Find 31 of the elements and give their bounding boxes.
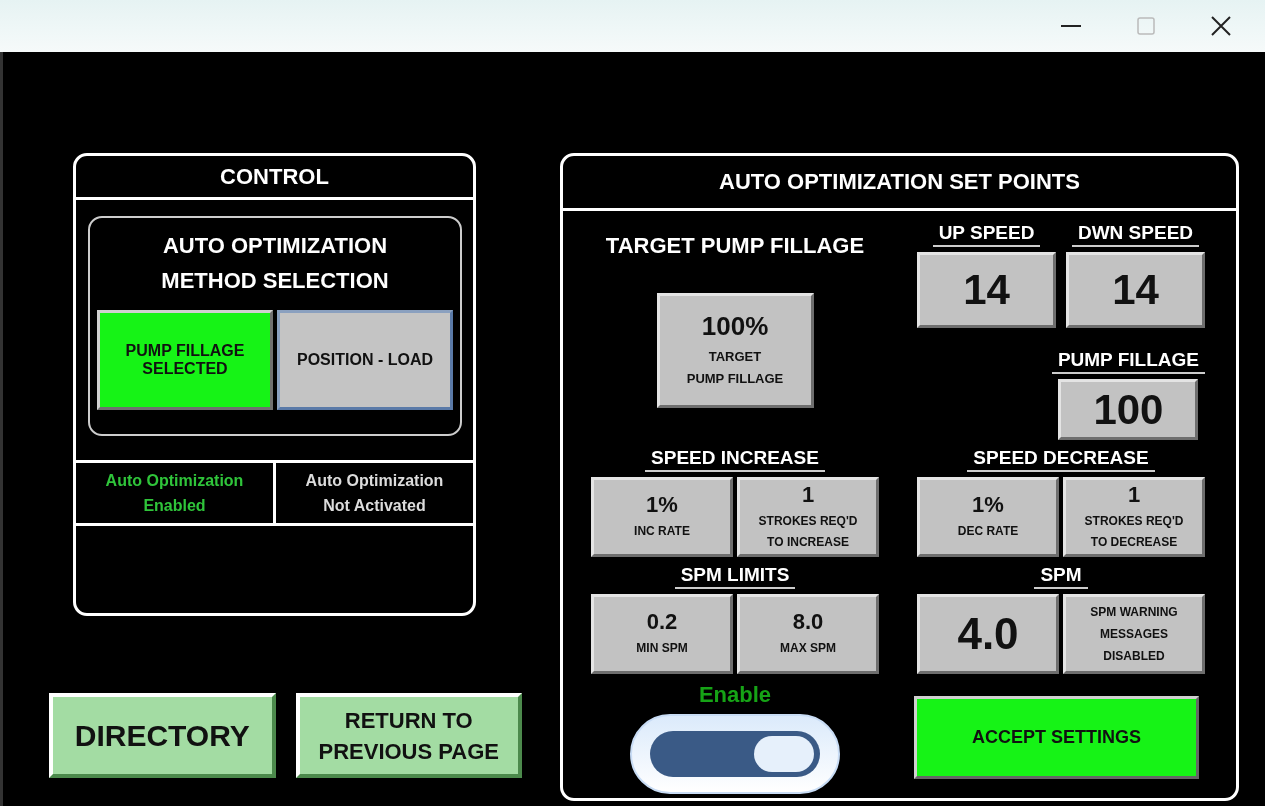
method-button[interactable]: POSITION - LOAD [277, 310, 453, 410]
target-title: TARGET PUMP FILLAGE [605, 233, 865, 259]
speed-button[interactable]: 14 [917, 252, 1056, 328]
accept-settings-button[interactable]: ACCEPT SETTINGS [914, 696, 1199, 779]
group-label: SPEED INCREASE [645, 446, 825, 472]
method-button[interactable]: PUMP FILLAGE SELECTED [97, 310, 273, 410]
return-button[interactable]: RETURN TO PREVIOUS PAGE [295, 693, 522, 778]
setpoint-button[interactable]: 8.0 MAX SPM [737, 594, 879, 674]
setpoint-button[interactable]: 1% INC RATE [591, 477, 733, 557]
pump-fillage-label: PUMP FILLAGE [1051, 348, 1205, 374]
group-label: SPM [1034, 563, 1088, 589]
setpoint-button[interactable]: 1 STROKES REQ'D TO DECREASE [1063, 477, 1205, 557]
directory-button[interactable]: DIRECTORY [49, 693, 276, 778]
speed-label: UP SPEED [932, 221, 1041, 247]
group-label: SPEED DECREASE [967, 446, 1155, 472]
panel-title: CONTROL [76, 156, 473, 200]
status-text: Auto Optimization Not Activated [305, 471, 444, 516]
speed-label: DWN SPEED [1071, 221, 1200, 247]
setpoint-button[interactable]: 0.2 MIN SPM [591, 594, 733, 674]
setpoint-button[interactable]: SPM WARNING MESSAGES DISABLED [1063, 594, 1205, 674]
status-text: Auto Optimization Enabled [105, 471, 244, 516]
enable-label: Enable [698, 682, 772, 708]
pump-fillage-value: 100 [1058, 379, 1199, 440]
speed-button[interactable]: 14 [1066, 252, 1205, 328]
group-label: SPM LIMITS [674, 563, 796, 589]
setpoint-button[interactable]: 1 STROKES REQ'D TO INCREASE [737, 477, 879, 557]
target-fillage-button[interactable]: 100% TARGET PUMP FILLAGE [656, 293, 814, 408]
method-selection-title: AUTO OPTIMIZATION METHOD SELECTION [161, 232, 389, 295]
setpoint-button[interactable]: 4.0 [917, 594, 1059, 674]
panel-title: AUTO OPTIMIZATION SET POINTS [563, 156, 1236, 211]
setpoint-button[interactable]: 1% DEC RATE [917, 477, 1059, 557]
